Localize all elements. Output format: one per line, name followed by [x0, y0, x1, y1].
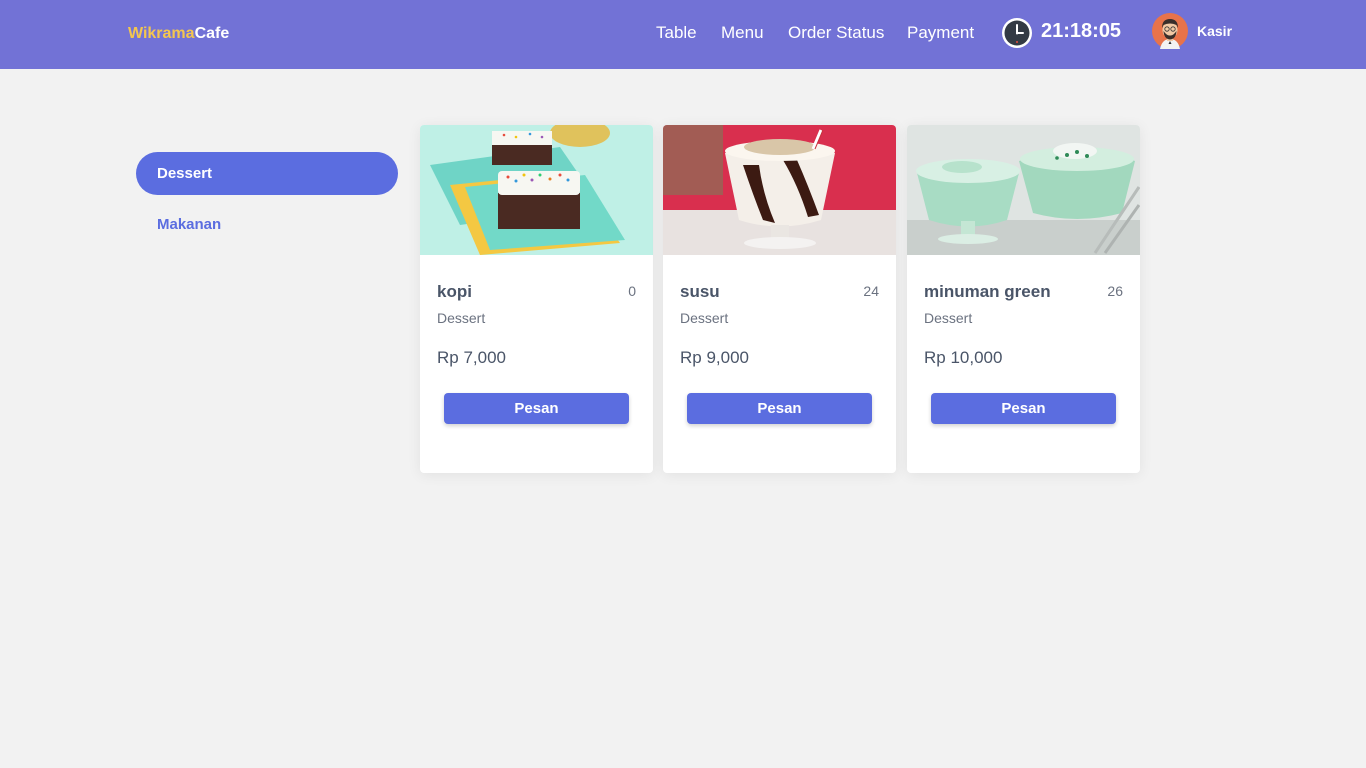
product-card: minuman green 26 Dessert Rp 10,000 Pesan: [907, 125, 1140, 473]
product-category: Dessert: [924, 310, 973, 326]
product-stock: 24: [863, 283, 879, 299]
brand-logo[interactable]: WikramaCafe: [128, 25, 229, 43]
brand-part-2: Cafe: [194, 25, 230, 42]
product-name: minuman green: [924, 282, 1051, 301]
product-card: kopi 0 Dessert Rp 7,000 Pesan: [420, 125, 653, 473]
product-stock: 26: [1107, 283, 1123, 299]
navbar: WikramaCafe Table Menu Order Status Paym…: [0, 0, 1366, 69]
green-drink-image: [907, 125, 1140, 255]
product-name: susu: [680, 282, 720, 301]
nav-order-status[interactable]: Order Status: [788, 23, 884, 43]
product-card: susu 24 Dessert Rp 9,000 Pesan: [663, 125, 896, 473]
pesan-button[interactable]: Pesan: [931, 393, 1116, 424]
product-price: Rp 10,000: [924, 348, 1003, 367]
category-dessert[interactable]: Dessert: [136, 152, 398, 195]
clock-icon: [1001, 17, 1033, 49]
product-price: Rp 9,000: [680, 348, 749, 367]
product-price: Rp 7,000: [437, 348, 506, 367]
dessert-cake-image: [420, 125, 653, 255]
avatar-icon[interactable]: [1152, 13, 1188, 49]
nav-menu[interactable]: Menu: [721, 23, 764, 43]
product-stock: 0: [628, 283, 636, 299]
product-category: Dessert: [680, 310, 729, 326]
product-category: Dessert: [437, 310, 486, 326]
nav-payment[interactable]: Payment: [907, 23, 974, 43]
brand-part-1: Wikrama: [128, 25, 195, 42]
chocolate-milkshake-image: [663, 125, 896, 255]
user-name[interactable]: Kasir: [1197, 23, 1232, 39]
pesan-button[interactable]: Pesan: [444, 393, 629, 424]
pesan-button[interactable]: Pesan: [687, 393, 872, 424]
category-makanan[interactable]: Makanan: [157, 216, 221, 233]
product-name: kopi: [437, 282, 472, 301]
clock-time: 21:18:05: [1041, 20, 1122, 42]
nav-table[interactable]: Table: [656, 23, 697, 43]
